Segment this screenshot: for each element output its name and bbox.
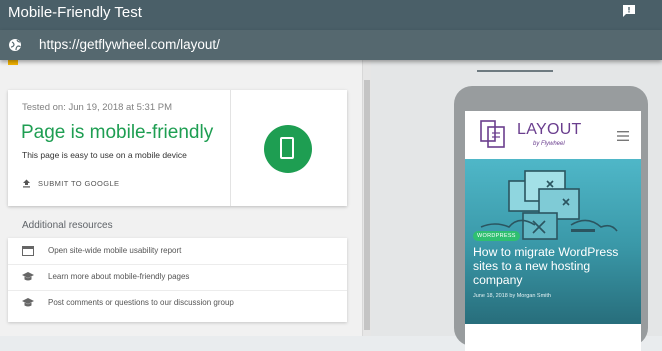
site-logo-text: LAYOUT: [517, 121, 582, 138]
results-pane: Tested on: Jun 19, 2018 at 5:31 PM Page …: [0, 60, 362, 336]
preview-pane: LAYOUT by Flywheel WORDPRESS How to migr…: [371, 60, 662, 351]
article-title: How to migrate WordPress sites to a new …: [473, 245, 619, 287]
resource-label: Learn more about mobile-friendly pages: [48, 272, 190, 281]
rendered-page-screenshot: LAYOUT by Flywheel WORDPRESS How to migr…: [465, 111, 641, 351]
tested-url: https://getflywheel.com/layout/: [39, 37, 220, 52]
page-loading-issues-row[interactable]: [8, 60, 24, 66]
scrollbar-thumb[interactable]: [364, 80, 370, 330]
screenshot-tab-indicator[interactable]: [477, 70, 553, 72]
verdict-heading: Page is mobile-friendly: [21, 122, 214, 143]
app-bar: Mobile-Friendly Test: [0, 0, 662, 30]
card-divider: [230, 90, 231, 206]
feedback-icon[interactable]: [622, 4, 636, 18]
upload-icon: [23, 179, 30, 188]
site-header: LAYOUT by Flywheel: [465, 111, 641, 159]
result-card: Tested on: Jun 19, 2018 at 5:31 PM Page …: [8, 90, 347, 206]
graduation-cap-icon: [22, 298, 34, 307]
hamburger-menu-icon: [617, 131, 629, 141]
app-title: Mobile-Friendly Test: [8, 4, 142, 21]
submit-label: SUBMIT TO GOOGLE: [38, 179, 120, 188]
mobile-friendly-badge: [264, 125, 312, 173]
hero-section: WORDPRESS How to migrate WordPress sites…: [465, 159, 641, 351]
article-meta: June 18, 2018 by Morgan Smith: [473, 293, 551, 299]
category-tag: WORDPRESS: [473, 231, 520, 241]
layout-logo-icon: [480, 120, 505, 148]
smartphone-icon: [280, 137, 294, 159]
resource-item-learn-more[interactable]: Learn more about mobile-friendly pages: [8, 264, 347, 291]
resource-item-discussion-group[interactable]: Post comments or questions to our discus…: [8, 290, 347, 316]
verdict-description: This page is easy to use on a mobile dev…: [22, 150, 187, 160]
warning-icon: [8, 60, 18, 66]
resource-label: Post comments or questions to our discus…: [48, 298, 234, 307]
site-logo-subtitle: by Flywheel: [533, 141, 565, 147]
page-content-below-fold: [465, 324, 641, 351]
results-scrollbar[interactable]: [362, 60, 371, 336]
globe-icon: [9, 39, 21, 51]
resource-label: Open site-wide mobile usability report: [48, 246, 182, 255]
submit-to-google-button[interactable]: SUBMIT TO GOOGLE: [22, 179, 119, 188]
graduation-cap-icon: [22, 272, 34, 281]
resource-item-usability-report[interactable]: Open site-wide mobile usability report: [8, 238, 347, 265]
tested-on-timestamp: Tested on: Jun 19, 2018 at 5:31 PM: [22, 102, 172, 113]
resources-heading: Additional resources: [22, 220, 113, 231]
web-window-icon: [22, 246, 34, 256]
url-bar: https://getflywheel.com/layout/: [0, 30, 662, 60]
resources-list: Open site-wide mobile usability report L…: [8, 238, 347, 322]
phone-frame: LAYOUT by Flywheel WORDPRESS How to migr…: [454, 86, 648, 351]
